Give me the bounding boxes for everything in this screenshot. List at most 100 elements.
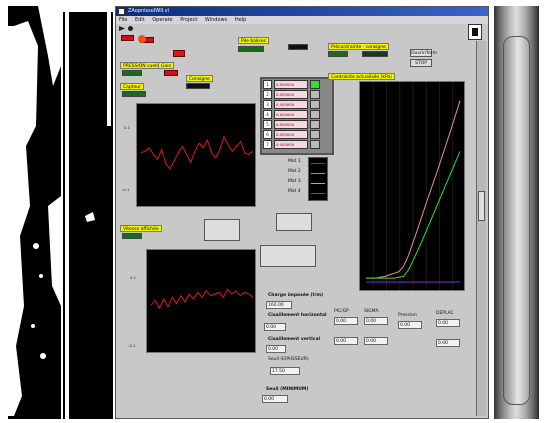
menu-operate[interactable]: Operate [152, 17, 172, 23]
legend-box: Mat 1 Mat 2 Mat 3 Mat 4 [286, 157, 331, 205]
list-item-value[interactable]: 0.000000 [274, 80, 308, 89]
chart-pression [136, 103, 256, 207]
field-ltr6[interactable]: 0.00 [364, 337, 388, 345]
binary-pattern-right [63, 6, 113, 419]
chart-vitesse [146, 249, 256, 353]
list-item-value[interactable]: 0.000000 [274, 120, 308, 129]
field-ltr2[interactable]: 0.00 [364, 317, 388, 325]
list-item[interactable]: 5 0.000000 [263, 120, 331, 129]
binary-image-right [63, 6, 113, 419]
label-gain: Gain [158, 62, 175, 69]
list-item-value[interactable]: 0.000000 [274, 140, 308, 149]
list-item-index: 3 [263, 100, 272, 109]
label-picgp: PIC/GP [334, 309, 349, 314]
list-item-value[interactable]: 0.000000 [274, 100, 308, 109]
stop-circle-icon[interactable] [128, 26, 133, 31]
vertical-scrollbar[interactable] [476, 41, 486, 416]
label-cisaillement-v: Cisaillement vertical [268, 337, 321, 342]
listbox-materials: 1 0.000000 2 0.000000 3 0.000000 4 0.000000 5 0.0… [260, 77, 334, 155]
chart-vitesse-svg [150, 288, 254, 310]
list-item-value[interactable]: 0.000000 [274, 110, 308, 119]
list-item-index: 4 [263, 110, 272, 119]
field-top-4 [362, 51, 388, 57]
binary-pattern-left [8, 6, 61, 419]
field-ltr3[interactable]: 0.00 [398, 321, 422, 329]
label-vitesse: Vitesse affichée [120, 225, 162, 232]
chart-pression-svg [140, 135, 254, 170]
labview-window: ZAopnissoIWII.vi File Edit Operate Proje… [115, 6, 489, 419]
field-charge[interactable]: 160.00 [266, 301, 292, 309]
field-pression [122, 70, 142, 76]
scale-control-2[interactable] [276, 213, 312, 231]
sample-tube-inner [503, 36, 530, 405]
field-top-2 [288, 44, 308, 50]
list-item-value[interactable]: 0.000000 [274, 90, 308, 99]
field-vitesse [122, 233, 142, 239]
menu-edit[interactable]: Edit [135, 17, 145, 23]
run-arrow-icon[interactable] [119, 26, 125, 31]
list-item-led [310, 120, 320, 129]
list-item[interactable]: 3 0.000000 [263, 100, 331, 109]
field-cisaillement-v[interactable]: 0.00 [266, 345, 286, 353]
orange-led-icon [138, 35, 146, 43]
scale-control-1[interactable] [204, 219, 240, 241]
list-item-index: 1 [263, 80, 272, 89]
series-line [150, 288, 254, 310]
label-pression-2: Pression [398, 313, 417, 318]
label-sigma: SIGMA [364, 309, 379, 314]
legend-mat-3: Mat 3 [288, 179, 301, 184]
app-icon[interactable] [118, 8, 125, 15]
menu-bar: File Edit Operate Project Windows Help [116, 16, 488, 24]
field-ltr5[interactable]: 0.00 [334, 337, 358, 345]
legend-mat-2: Mat 2 [288, 169, 301, 174]
vi-icon [468, 24, 482, 40]
menu-help[interactable]: Help [235, 17, 246, 23]
label-deplac: DEPLAC [436, 311, 454, 316]
list-item[interactable]: 4 0.000000 [263, 110, 331, 119]
list-item-value[interactable]: 0.000000 [274, 130, 308, 139]
red-indicator-1b [121, 35, 134, 41]
label-top-2: Précontrainte - consigne [328, 43, 389, 50]
label-consigne: Consigne [186, 75, 213, 82]
menu-windows[interactable]: Windows [205, 17, 227, 23]
list-item-index: 2 [263, 90, 272, 99]
ouvrir-button[interactable]: Ouvrir/ferm [410, 49, 437, 57]
label-seuil-min: Seuil (MINIMUM) [266, 387, 309, 392]
field-cisaillement-h[interactable]: 0.00 [264, 323, 286, 331]
label-cisaillement-h: Cisaillement horizontal [268, 313, 327, 318]
field-capteur [122, 91, 146, 97]
list-item-led [310, 140, 320, 149]
label-charge: Charge imposée (t/m) [268, 293, 324, 298]
chart-contrainte [359, 81, 465, 291]
field-consigne [186, 83, 210, 89]
field-top-1 [238, 46, 264, 52]
series-line [140, 135, 254, 170]
field-ltr7[interactable]: 0.00 [436, 339, 460, 347]
label-capteur: Capteur [120, 83, 144, 90]
list-item[interactable]: 7 0.000000 [263, 140, 331, 149]
list-item-index: 5 [263, 120, 272, 129]
menu-file[interactable]: File [119, 17, 127, 23]
list-item[interactable]: 6 0.000000 [263, 130, 331, 139]
legend-mat-4: Mat 4 [288, 189, 301, 194]
list-item[interactable]: 1 0.000000 [263, 80, 331, 89]
window-title: ZAopnissoIWII.vi [128, 8, 170, 14]
red-indicator-4 [164, 70, 178, 76]
red-indicator-3 [173, 50, 185, 57]
chart1-tick-bottom: -0.1 [122, 187, 130, 192]
field-seuil-min[interactable]: 0.00 [262, 395, 288, 403]
list-item-led [310, 90, 320, 99]
scale-control-3[interactable] [260, 245, 316, 267]
field-seuil[interactable]: 17.50 [270, 367, 300, 375]
stop-button[interactable]: STOP [410, 59, 432, 67]
list-item-led [310, 80, 320, 89]
title-bar: ZAopnissoIWII.vi [116, 7, 488, 16]
scrollbar-thumb[interactable] [478, 191, 485, 221]
menu-project[interactable]: Project [180, 17, 197, 23]
list-item-led [310, 110, 320, 119]
field-ltr4[interactable]: 0.00 [436, 319, 460, 327]
list-item[interactable]: 2 0.000000 [263, 90, 331, 99]
chart2-tick-top: 0.1 [130, 275, 137, 280]
field-ltr1[interactable]: 0.00 [334, 317, 358, 325]
list-item-led [310, 100, 320, 109]
